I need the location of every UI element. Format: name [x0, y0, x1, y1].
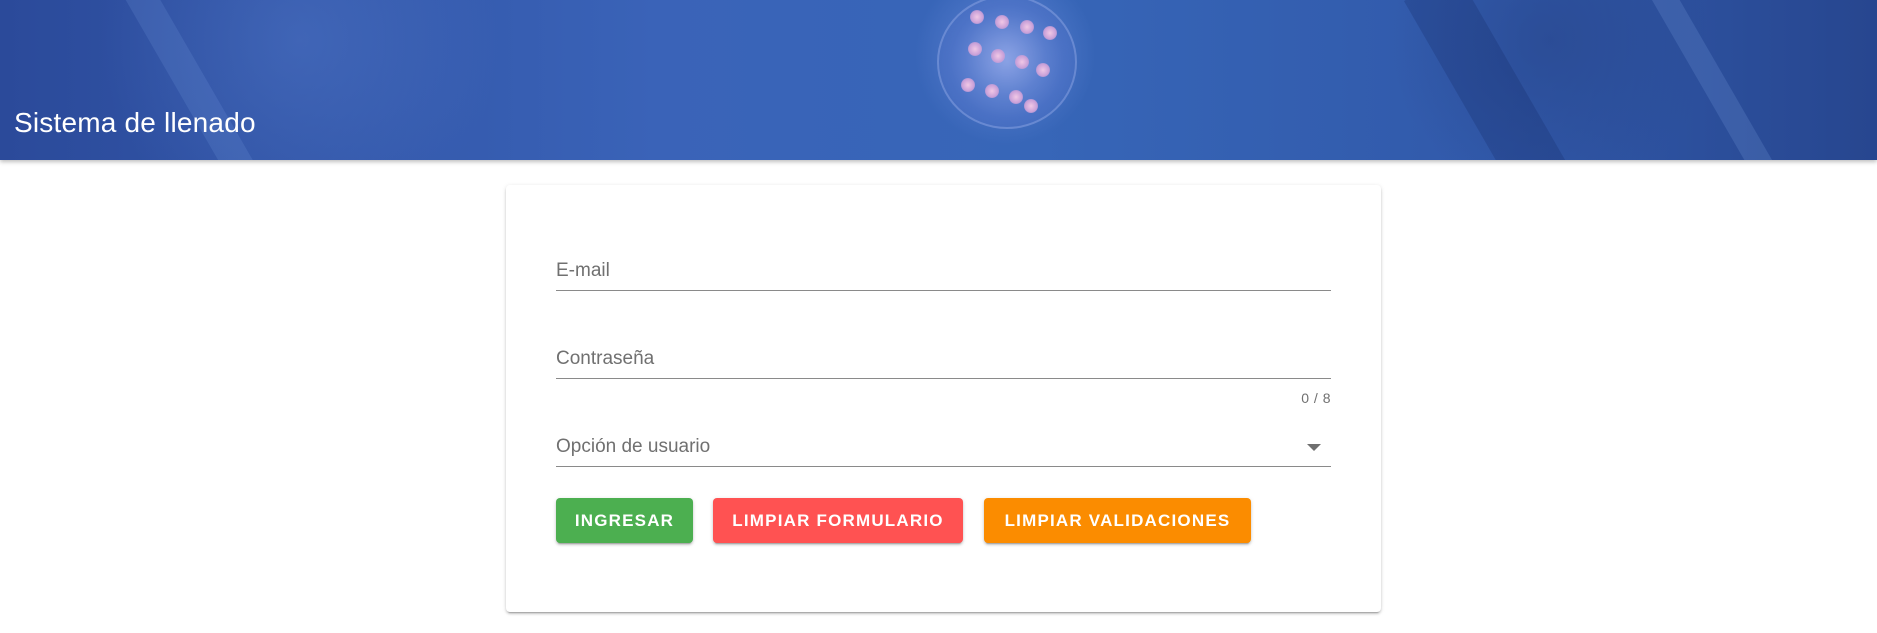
user-option-label: Opción de usuario — [556, 436, 711, 457]
app-bar: Sistema de llenado — [0, 0, 1877, 160]
header-background-led — [1036, 63, 1050, 77]
header-background-led — [1015, 55, 1029, 69]
password-char-counter: 0 / 8 — [1301, 390, 1331, 406]
header-background-led — [1024, 99, 1038, 113]
password-field[interactable]: Contraseña 0 / 8 — [556, 348, 1331, 408]
header-background-led — [995, 15, 1009, 29]
ingresar-button[interactable]: INGRESAR — [556, 498, 693, 543]
user-option-underline — [556, 466, 1331, 467]
header-background-led — [1043, 26, 1057, 40]
login-card: E-mail Contraseña 0 / 8 Opción de usuari… — [506, 185, 1381, 612]
user-option-select[interactable]: Opción de usuario — [556, 436, 1331, 476]
password-input[interactable] — [556, 348, 1300, 378]
header-background-led — [961, 78, 975, 92]
app-title: Sistema de llenado — [14, 107, 256, 138]
header-background-streak — [1651, 0, 1773, 160]
header-background-led — [991, 49, 1005, 63]
header-background-led — [985, 84, 999, 98]
email-input[interactable] — [556, 260, 1300, 290]
header-background-led — [1009, 90, 1023, 104]
password-underline — [556, 378, 1331, 379]
header-background-streak — [1404, 0, 1576, 160]
limpiar-formulario-button[interactable]: LIMPIAR FORMULARIO — [713, 498, 963, 543]
email-underline — [556, 290, 1331, 291]
header-background-led — [970, 10, 984, 24]
chevron-down-icon[interactable] — [1307, 444, 1321, 451]
limpiar-validaciones-button[interactable]: LIMPIAR VALIDACIONES — [984, 498, 1251, 543]
email-field[interactable]: E-mail — [556, 260, 1331, 300]
header-background-led — [1020, 20, 1034, 34]
header-background-led — [968, 42, 982, 56]
